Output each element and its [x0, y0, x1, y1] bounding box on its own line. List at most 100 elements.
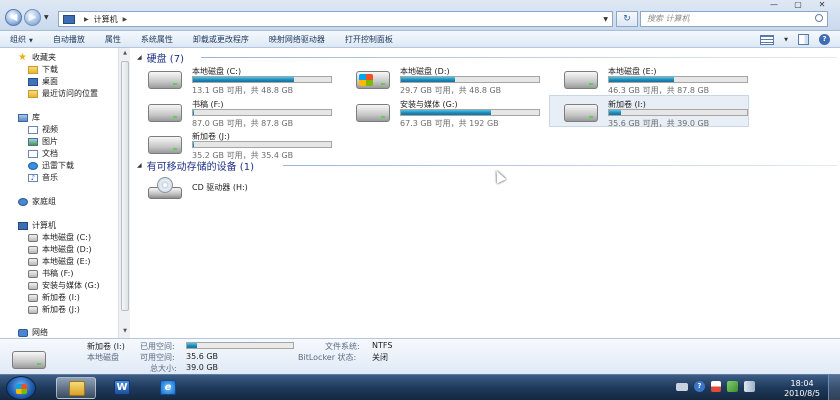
- sidebar-item-recent[interactable]: 最近访问的位置: [28, 88, 98, 99]
- maximize-button[interactable]: ▢: [786, 0, 810, 11]
- view-dropdown-icon[interactable]: ▼: [784, 37, 788, 43]
- drive-usage-fill: [609, 77, 674, 82]
- file-list: ◢ 硬盘 (7) 本地磁盘 (C:) 13.1 GB 可用，共 48.8 GB 本…: [131, 48, 840, 338]
- drive-name: CD 驱动器 (H:): [192, 183, 248, 192]
- sidebar-item-thunder[interactable]: 迅雷下载: [28, 160, 74, 171]
- hard-drive-icon: [148, 71, 182, 89]
- start-button[interactable]: [6, 376, 36, 400]
- details-total-label: 总大小:: [150, 364, 177, 373]
- uninstall-program-button[interactable]: 卸载或更改程序: [183, 34, 259, 45]
- details-usage-fill: [187, 343, 197, 348]
- close-button[interactable]: ✕: [810, 0, 834, 11]
- drive-usage-fill: [609, 110, 622, 115]
- sidebar-item-drive[interactable]: 本地磁盘 (C:): [28, 232, 91, 243]
- sidebar-item-homegroup[interactable]: 家庭组: [18, 196, 56, 207]
- sidebar-item-drive[interactable]: 书稿 (F:): [28, 268, 73, 279]
- address-bar[interactable]: ▶ 计算机 ▶ ▼: [58, 11, 613, 27]
- sidebar-item-favorites[interactable]: ★ 收藏夹: [18, 52, 56, 63]
- drive-tile-f[interactable]: 书稿 (F:) 87.0 GB 可用，共 87.8 GB: [133, 95, 333, 128]
- map-network-drive-button[interactable]: 映射网络驱动器: [259, 34, 335, 45]
- recent-pages-dropdown[interactable]: ▼: [44, 14, 49, 21]
- drive-tile-g[interactable]: 安装与媒体 (G:) 67.3 GB 可用，共 192 GB: [341, 95, 541, 128]
- collapse-arrow-icon[interactable]: ◢: [137, 54, 142, 61]
- sidebar-item-drive[interactable]: 新加卷 (I:): [28, 292, 80, 303]
- sidebar-item-drive[interactable]: 新加卷 (J:): [28, 304, 80, 315]
- sidebar-item-drive[interactable]: 本地磁盘 (E:): [28, 256, 91, 267]
- search-icon: [815, 14, 823, 22]
- search-input[interactable]: 搜索 计算机: [640, 11, 828, 27]
- computer-icon: [63, 14, 75, 24]
- sidebar-item-drive[interactable]: 本地磁盘 (D:): [28, 244, 92, 255]
- scroll-down-icon[interactable]: ▼: [121, 328, 129, 336]
- drive-icon: [28, 293, 38, 302]
- clock[interactable]: 18:04 2010/8/5: [784, 379, 820, 399]
- picture-icon: [28, 137, 38, 146]
- sidebar-item-pictures[interactable]: 图片: [28, 136, 58, 147]
- scroll-up-icon[interactable]: ▲: [121, 50, 129, 58]
- details-used-label: 已用空间:: [140, 342, 175, 351]
- sidebar-item-desktop[interactable]: 桌面: [28, 76, 58, 87]
- sidebar-scrollbar[interactable]: ▲ ▼: [118, 48, 130, 338]
- system-properties-button[interactable]: 系统属性: [131, 34, 183, 45]
- help-icon[interactable]: ?: [694, 381, 705, 392]
- scrollbar-thumb[interactable]: [121, 61, 129, 311]
- drive-tile-e[interactable]: 本地磁盘 (E:) 46.3 GB 可用，共 87.8 GB: [549, 62, 749, 95]
- system-drive-icon: [356, 71, 390, 89]
- sidebar-item-music[interactable]: ♪ 音乐: [28, 172, 58, 183]
- minimize-button[interactable]: —: [762, 0, 786, 11]
- details-drive-type: 本地磁盘: [87, 353, 119, 362]
- taskbar-ie[interactable]: e: [148, 377, 188, 399]
- sidebar-item-videos[interactable]: 视频: [28, 124, 58, 135]
- folder-icon: [28, 65, 38, 74]
- autoplay-button[interactable]: 自动播放: [43, 34, 95, 45]
- sidebar-item-documents[interactable]: 文档: [28, 148, 58, 159]
- drive-tile-cd[interactable]: CD 驱动器 (H:): [133, 172, 333, 204]
- star-icon: ★: [18, 51, 27, 63]
- volume-icon[interactable]: [744, 381, 755, 392]
- action-center-flag-icon[interactable]: [711, 381, 721, 392]
- arrow-left-icon: ◀: [9, 12, 18, 23]
- collapse-arrow-icon[interactable]: ◢: [137, 162, 142, 169]
- open-control-panel-button[interactable]: 打开控制面板: [335, 34, 403, 45]
- keyboard-icon[interactable]: [676, 382, 688, 391]
- chevron-right-icon[interactable]: ▶: [84, 16, 89, 23]
- drive-icon: [28, 281, 38, 290]
- forward-button[interactable]: ▶: [24, 9, 41, 26]
- document-icon: [28, 149, 38, 158]
- sidebar-item-downloads[interactable]: 下载: [28, 64, 58, 75]
- preview-pane-icon[interactable]: [798, 34, 809, 45]
- network-icon[interactable]: [727, 381, 738, 392]
- address-dropdown-icon[interactable]: ▼: [603, 16, 608, 23]
- word-icon: W: [114, 380, 130, 395]
- drive-usage-bar: [192, 76, 332, 83]
- breadcrumb-computer[interactable]: 计算机: [94, 14, 118, 25]
- drive-tile-i[interactable]: 新加卷 (I:) 35.6 GB 可用，共 39.0 GB: [549, 95, 749, 128]
- chevron-right-icon[interactable]: ▶: [123, 16, 128, 23]
- properties-button[interactable]: 属性: [95, 34, 131, 45]
- organize-button[interactable]: 组织 ▼: [0, 34, 43, 45]
- change-view-icon[interactable]: [760, 34, 775, 45]
- clock-date: 2010/8/5: [784, 389, 820, 398]
- back-button[interactable]: ◀: [5, 9, 22, 26]
- sidebar-item-libraries[interactable]: 库: [18, 112, 40, 123]
- group-header-removable[interactable]: ◢ 有可移动存储的设备 (1): [137, 159, 254, 173]
- help-icon[interactable]: ?: [819, 34, 830, 45]
- details-pane: 新加卷 (I:) 已用空间: 本地磁盘 可用空间: 35.6 GB 总大小: 3…: [0, 338, 840, 374]
- sidebar-item-network[interactable]: 网络: [18, 327, 48, 338]
- toolbar-view-controls: ▼ ?: [760, 34, 830, 45]
- sidebar-item-computer[interactable]: 计算机: [18, 220, 56, 231]
- drive-tile-j[interactable]: 新加卷 (J:) 35.2 GB 可用，共 35.4 GB: [133, 127, 333, 160]
- taskbar-explorer[interactable]: [56, 377, 96, 399]
- details-usage-bar: [186, 342, 294, 349]
- refresh-button[interactable]: ↻: [616, 11, 638, 27]
- drive-tile-d[interactable]: 本地磁盘 (D:) 29.7 GB 可用，共 48.8 GB: [341, 62, 541, 95]
- show-desktop-button[interactable]: [828, 375, 840, 400]
- drive-tile-c[interactable]: 本地磁盘 (C:) 13.1 GB 可用，共 48.8 GB: [133, 62, 333, 95]
- arrow-right-icon: ▶: [28, 12, 37, 23]
- taskbar-word[interactable]: W: [102, 377, 142, 399]
- windows-logo-icon: [16, 384, 27, 394]
- details-drive-name: 新加卷 (I:): [87, 342, 125, 351]
- search-placeholder: 搜索 计算机: [647, 14, 690, 23]
- sidebar-item-drive[interactable]: 安装与媒体 (G:): [28, 280, 100, 291]
- hard-drive-icon: [356, 104, 390, 122]
